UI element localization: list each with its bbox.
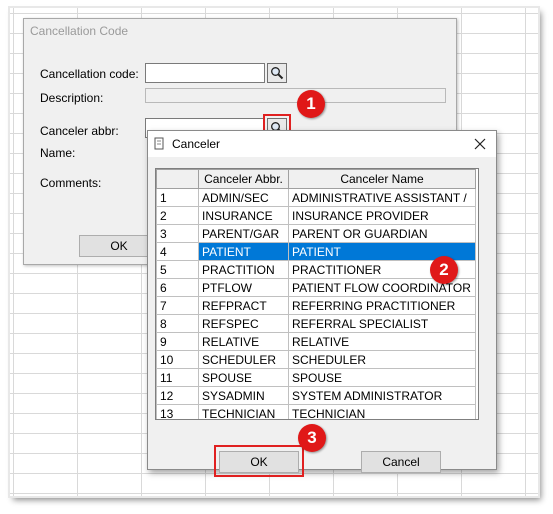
dialog-title: Canceler	[172, 137, 221, 151]
name-label: Name:	[40, 146, 76, 160]
callout-badge-2: 2	[430, 256, 458, 284]
cell-abbr[interactable]: SPOUSE	[198, 368, 289, 387]
cell-abbr[interactable]: ADMIN/SEC	[198, 188, 289, 207]
table-row[interactable]: 13 TECHNICIAN TECHNICIAN	[156, 404, 476, 419]
callout-highlight-ok	[214, 445, 304, 477]
table-row[interactable]: 3 PARENT/GAR PARENT OR GUARDIAN	[156, 224, 476, 243]
table-row[interactable]: 1 ADMIN/SEC ADMINISTRATIVE ASSISTANT /	[156, 188, 476, 207]
cell-abbr[interactable]: SCHEDULER	[198, 350, 289, 369]
magnifier-icon	[271, 67, 284, 80]
cell-abbr[interactable]: INSURANCE	[198, 206, 289, 225]
cell-name[interactable]: REFERRING PRACTITIONER	[288, 296, 476, 315]
column-header-num	[156, 169, 199, 189]
cancellation-code-field[interactable]	[145, 63, 265, 83]
dialog-cancel-button[interactable]: Cancel	[361, 451, 441, 473]
table-row[interactable]: 8 REFSPEC REFERRAL SPECIALIST	[156, 314, 476, 333]
cell-num[interactable]: 5	[156, 260, 199, 279]
table-row[interactable]: 11 SPOUSE SPOUSE	[156, 368, 476, 387]
window-title: Cancellation Code	[30, 24, 129, 38]
cell-name[interactable]: SCHEDULER	[288, 350, 476, 369]
cell-num[interactable]: 12	[156, 386, 199, 405]
cell-name[interactable]: PARENT OR GUARDIAN	[288, 224, 476, 243]
cell-num[interactable]: 4	[156, 242, 199, 261]
cell-abbr[interactable]: RELATIVE	[198, 332, 289, 351]
cancellation-code-label: Cancellation code:	[40, 67, 139, 81]
table-row[interactable]: 12 SYSADMIN SYSTEM ADMINISTRATOR	[156, 386, 476, 405]
cell-num[interactable]: 6	[156, 278, 199, 297]
comments-label: Comments:	[40, 176, 102, 190]
cell-num[interactable]: 9	[156, 332, 199, 351]
description-label: Description:	[40, 91, 104, 105]
table-row[interactable]: 4 PATIENT PATIENT	[156, 242, 476, 261]
cell-abbr[interactable]: PRACTITION	[198, 260, 289, 279]
cell-name[interactable]: REFERRAL SPECIALIST	[288, 314, 476, 333]
callout-badge-1: 1	[297, 90, 325, 118]
screenshot-frame: Cancellation Code Cancellation code: Des…	[10, 8, 538, 496]
cancellation-code-search-button[interactable]	[267, 63, 287, 83]
cell-abbr[interactable]: PARENT/GAR	[198, 224, 289, 243]
cell-name[interactable]: ADMINISTRATIVE ASSISTANT /	[288, 188, 476, 207]
cell-num[interactable]: 10	[156, 350, 199, 369]
table-row[interactable]: 2 INSURANCE INSURANCE PROVIDER	[156, 206, 476, 225]
cell-num[interactable]: 2	[156, 206, 199, 225]
table-row[interactable]: 9 RELATIVE RELATIVE	[156, 332, 476, 351]
table-row[interactable]: 5 PRACTITION PRACTITIONER	[156, 260, 476, 279]
cell-num[interactable]: 13	[156, 404, 199, 419]
canceler-abbr-label: Canceler abbr:	[40, 124, 119, 138]
cell-abbr[interactable]: TECHNICIAN	[198, 404, 289, 419]
cell-name[interactable]: SYSTEM ADMINISTRATOR	[288, 386, 476, 405]
cell-name[interactable]: TECHNICIAN	[288, 404, 476, 419]
table-row[interactable]: 7 REFPRACT REFERRING PRACTITIONER	[156, 296, 476, 315]
callout-badge-3: 3	[298, 424, 326, 452]
cell-name[interactable]: RELATIVE	[288, 332, 476, 351]
column-header-name[interactable]: Canceler Name	[288, 169, 476, 189]
cell-abbr[interactable]: PTFLOW	[198, 278, 289, 297]
cell-abbr[interactable]: SYSADMIN	[198, 386, 289, 405]
canceler-dialog: Canceler Canceler Abbr. Canceler Name 1A…	[147, 130, 497, 477]
table-row[interactable]: 10 SCHEDULER SCHEDULER	[156, 350, 476, 369]
cell-abbr[interactable]: REFPRACT	[198, 296, 289, 315]
cell-num[interactable]: 3	[156, 224, 199, 243]
dialog-app-icon	[154, 137, 166, 154]
column-header-abbr[interactable]: Canceler Abbr.	[198, 169, 289, 189]
cell-num[interactable]: 11	[156, 368, 199, 387]
cell-abbr[interactable]: REFSPEC	[198, 314, 289, 333]
close-icon[interactable]	[470, 134, 490, 154]
cell-num[interactable]: 7	[156, 296, 199, 315]
canceler-grid[interactable]: Canceler Abbr. Canceler Name 1 ADMIN/SEC A…	[155, 168, 479, 420]
dialog-title-bar: Canceler	[148, 131, 496, 157]
table-row[interactable]: 6 PTFLOW PATIENT FLOW COORDINATOR	[156, 278, 476, 297]
cell-num[interactable]: 1	[156, 188, 199, 207]
cell-num[interactable]: 8	[156, 314, 199, 333]
description-field	[145, 88, 446, 103]
cell-name[interactable]: INSURANCE PROVIDER	[288, 206, 476, 225]
cell-abbr[interactable]: PATIENT	[198, 242, 289, 261]
cell-name[interactable]: SPOUSE	[288, 368, 476, 387]
